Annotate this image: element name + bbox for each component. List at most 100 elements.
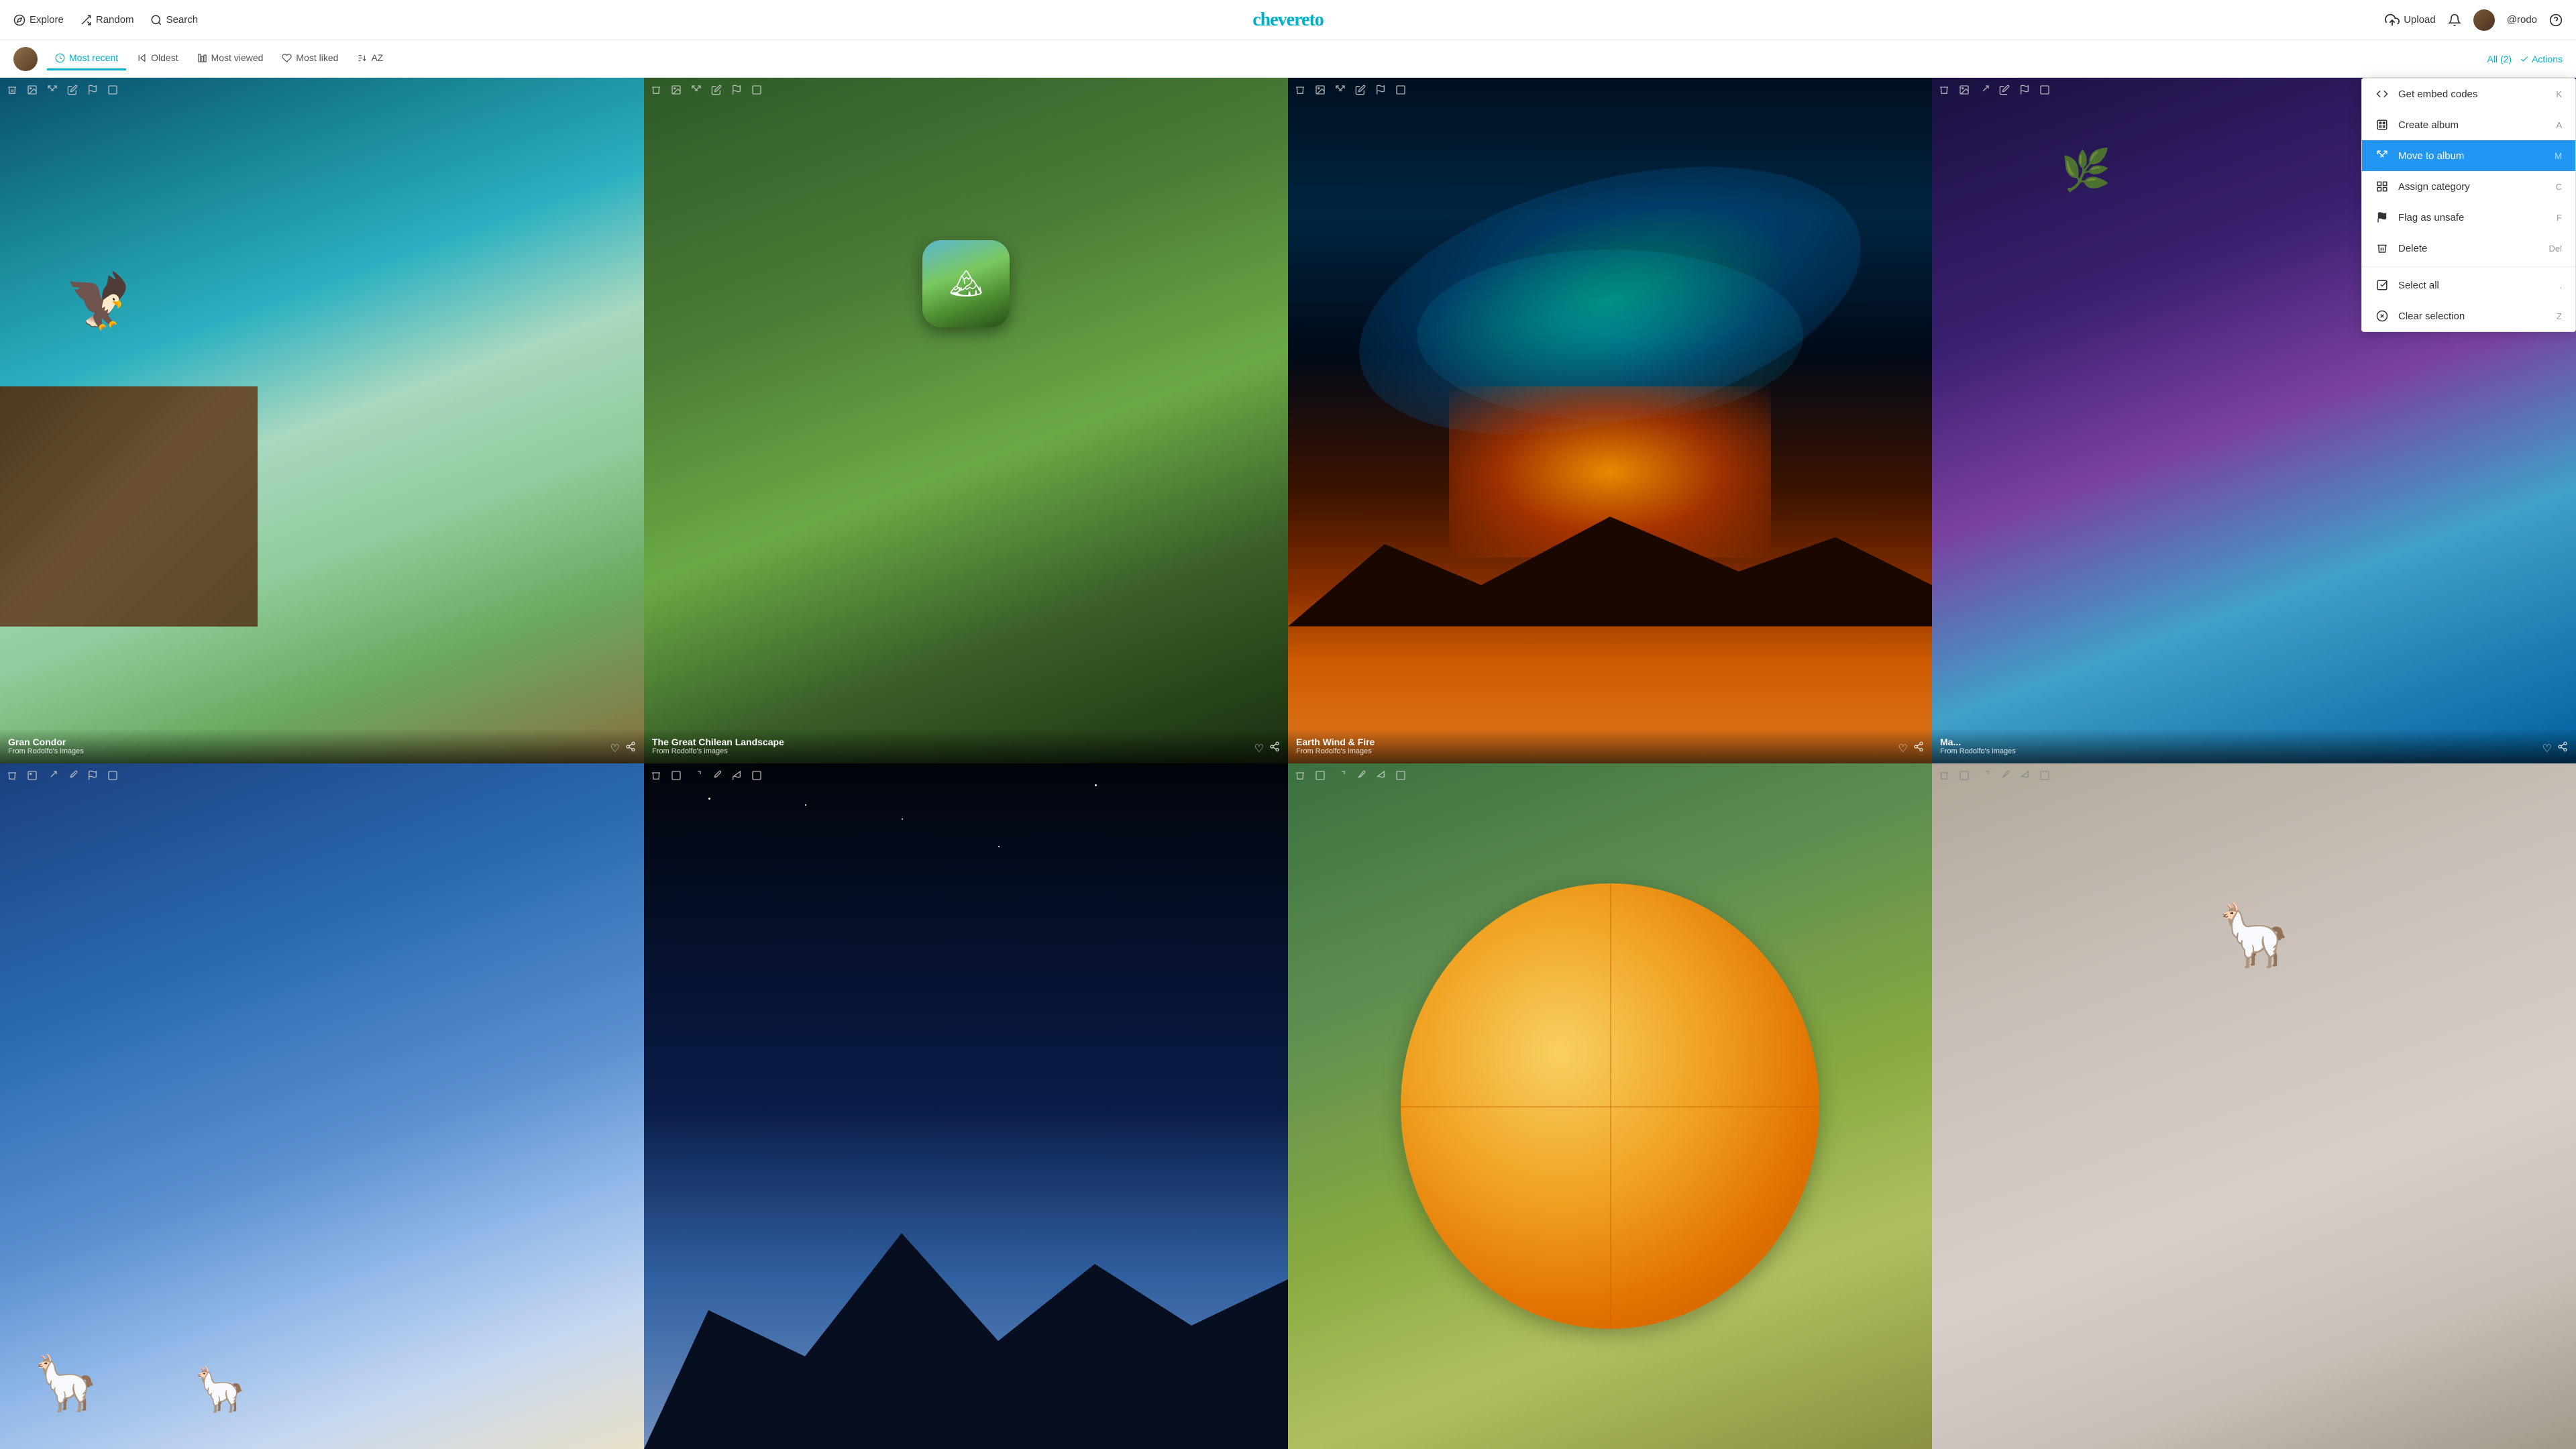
checkbox-6[interactable] — [750, 769, 763, 782]
sort-viewed-label: Most viewed — [211, 52, 264, 63]
menu-item-flag[interactable]: Flag as unsafe F — [2362, 202, 2575, 233]
image-icon-7[interactable] — [1313, 769, 1327, 782]
menu-flag-label: Flag as unsafe — [2398, 212, 2464, 223]
all-count: All (2) — [2487, 54, 2512, 64]
delete-icon-6[interactable] — [649, 769, 663, 782]
flag-icon-6[interactable] — [730, 769, 743, 782]
image-cell-2[interactable]: 🏔 The Great Chilean — [644, 78, 1288, 763]
sort-most-recent[interactable]: Most recent — [47, 47, 126, 70]
image-icon-4[interactable] — [1957, 83, 1971, 97]
cell-info-2: The Great Chilean Landscape From Rodolfo… — [644, 729, 1288, 763]
embed-icon — [2375, 88, 2389, 100]
flag-icon-4[interactable] — [2018, 83, 2031, 97]
checkbox-2[interactable] — [750, 83, 763, 97]
checkbox-8[interactable] — [2038, 769, 2051, 782]
search-nav[interactable]: Search — [150, 14, 199, 26]
cell-actions-3: ♡ — [1898, 741, 1924, 755]
image-icon-2[interactable] — [669, 83, 683, 97]
menu-embed-shortcut: K — [2556, 89, 2562, 99]
image-icon-6[interactable] — [669, 769, 683, 782]
edit-icon-8[interactable] — [1998, 769, 2011, 782]
image-cell-6[interactable] — [644, 763, 1288, 1449]
image-cell-8[interactable]: 🦙 — [1932, 763, 2576, 1449]
edit-icon-7[interactable] — [1354, 769, 1367, 782]
move-icon-8[interactable] — [1978, 769, 1991, 782]
checkbox-5[interactable] — [106, 769, 119, 782]
delete-icon-2[interactable] — [649, 83, 663, 97]
app-icon: 🏔 — [922, 240, 1010, 327]
image-cell-7[interactable] — [1288, 763, 1932, 1449]
checkbox-4[interactable] — [2038, 83, 2051, 97]
move-icon-3[interactable] — [1334, 83, 1347, 97]
bg-llama — [0, 763, 644, 1449]
delete-icon-7[interactable] — [1293, 769, 1307, 782]
delete-icon-1[interactable] — [5, 83, 19, 97]
sort-most-viewed[interactable]: Most viewed — [189, 47, 272, 70]
menu-item-clearsel[interactable]: Clear selection Z — [2362, 301, 2575, 331]
move-icon-7[interactable] — [1334, 769, 1347, 782]
like-icon-2[interactable]: ♡ — [1254, 742, 1264, 755]
dropdown-menu: Get embed codes K Create album A Move to… — [2361, 78, 2576, 332]
upload-button[interactable]: Upload — [2385, 13, 2436, 28]
cell-info-1: Gran Condor From Rodolfo's images ♡ — [0, 729, 644, 763]
checkbox-7[interactable] — [1394, 769, 1407, 782]
notifications-button[interactable] — [2448, 13, 2461, 27]
sort-az[interactable]: AZ — [349, 47, 391, 70]
share-icon-4[interactable] — [2557, 741, 2568, 755]
delete-icon-4[interactable] — [1937, 83, 1951, 97]
delete-icon-3[interactable] — [1293, 83, 1307, 97]
menu-item-move[interactable]: Move to album M — [2362, 140, 2575, 171]
image-cell-5[interactable]: 🦙 🦙 — [0, 763, 644, 1449]
move-icon-2[interactable] — [690, 83, 703, 97]
flag-icon-2[interactable] — [730, 83, 743, 97]
menu-item-album[interactable]: Create album A — [2362, 109, 2575, 140]
move-icon-4[interactable] — [1978, 83, 1991, 97]
edit-icon-4[interactable] — [1998, 83, 2011, 97]
flag-icon-3[interactable] — [1374, 83, 1387, 97]
delete-icon-8[interactable] — [1937, 769, 1951, 782]
share-icon-1[interactable] — [625, 741, 636, 755]
edit-icon-3[interactable] — [1354, 83, 1367, 97]
help-button[interactable] — [2549, 13, 2563, 27]
share-icon-3[interactable] — [1913, 741, 1924, 755]
cell-toolbar-6 — [644, 769, 1288, 782]
share-icon-2[interactable] — [1269, 741, 1280, 755]
image-icon-8[interactable] — [1957, 769, 1971, 782]
random-nav[interactable]: Random — [80, 14, 134, 26]
move-icon-1[interactable] — [46, 83, 59, 97]
like-icon-1[interactable]: ♡ — [610, 742, 620, 755]
image-icon-1[interactable] — [25, 83, 39, 97]
delete-icon-5[interactable] — [5, 769, 19, 782]
menu-item-delete[interactable]: Delete Del — [2362, 233, 2575, 264]
flag-icon-8[interactable] — [2018, 769, 2031, 782]
rock — [0, 386, 258, 627]
flag-icon-1[interactable] — [86, 83, 99, 97]
menu-item-selectall[interactable]: Select all . — [2362, 270, 2575, 301]
avatar[interactable] — [2473, 9, 2495, 31]
menu-item-embed[interactable]: Get embed codes K — [2362, 78, 2575, 109]
menu-item-category[interactable]: Assign category C — [2362, 171, 2575, 202]
sort-oldest[interactable]: Oldest — [129, 47, 186, 70]
user-label[interactable]: @rodo — [2507, 14, 2537, 25]
cell-subtitle-1: From Rodolfo's images — [8, 747, 84, 755]
move-icon-6[interactable] — [690, 769, 703, 782]
move-icon-5[interactable] — [46, 769, 59, 782]
like-icon-3[interactable]: ♡ — [1898, 742, 1908, 755]
explore-nav[interactable]: Explore — [13, 14, 64, 26]
like-icon-4[interactable]: ♡ — [2542, 742, 2552, 755]
flag-icon-7[interactable] — [1374, 769, 1387, 782]
flag-icon-5[interactable] — [86, 769, 99, 782]
checkbox-1[interactable] — [106, 83, 119, 97]
actions-button[interactable]: Actions — [2520, 54, 2563, 64]
edit-icon-6[interactable] — [710, 769, 723, 782]
edit-icon-5[interactable] — [66, 769, 79, 782]
edit-icon-1[interactable] — [66, 83, 79, 97]
checkbox-3[interactable] — [1394, 83, 1407, 97]
image-cell-1[interactable]: 🦅 Gran Condor From Rodo — [0, 78, 644, 763]
category-icon — [2375, 180, 2389, 193]
edit-icon-2[interactable] — [710, 83, 723, 97]
image-icon-5[interactable] — [25, 769, 39, 782]
image-icon-3[interactable] — [1313, 83, 1327, 97]
sort-most-liked[interactable]: Most liked — [274, 47, 346, 70]
image-cell-3[interactable]: Earth Wind & Fire From Rodolfo's images … — [1288, 78, 1932, 763]
